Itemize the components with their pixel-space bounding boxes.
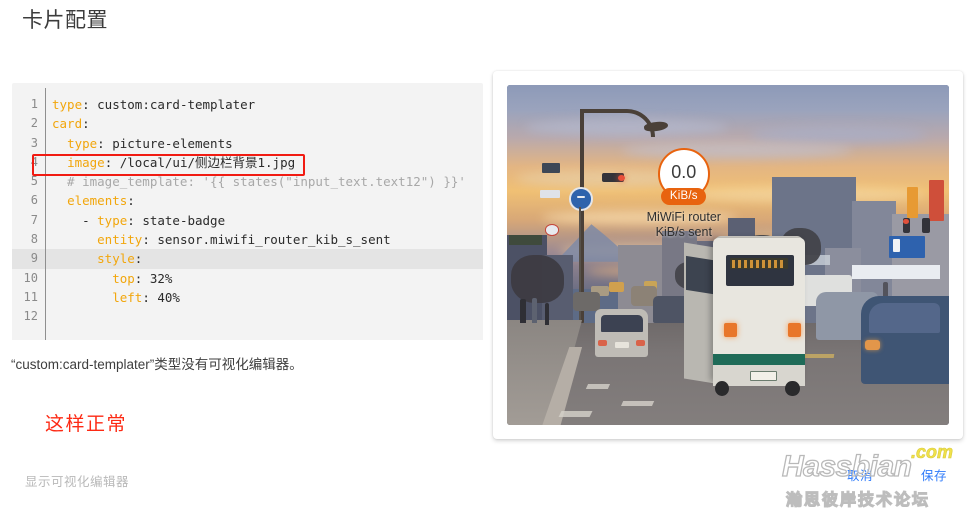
code-line[interactable]: 6 elements: (12, 191, 483, 210)
code-line-content: left: 40% (112, 289, 180, 305)
pedestrian (520, 299, 526, 323)
background-image-street-sunset (507, 85, 949, 425)
state-badge-value: 0.0 (671, 161, 697, 182)
traffic-signal-red-light (617, 174, 625, 181)
state-badge-element[interactable]: 0.0 KiB/s MiWiFi router KiB/s sent (642, 147, 726, 240)
bus-wheel (785, 380, 800, 397)
shop-signage-band (851, 265, 941, 279)
editor-line-list[interactable]: 1 type: custom:card-templater 2 card: 3 type… (12, 95, 483, 327)
round-speed-sign (544, 224, 559, 236)
code-line-content: type: custom:card-templater (52, 97, 256, 112)
code-line-content: image: /local/ui/侧边栏背景1.jpg (67, 154, 296, 170)
line-number: 2 (30, 116, 38, 131)
bus-side-window (686, 256, 713, 295)
vertical-shop-sign (907, 187, 919, 218)
line-number: 5 (30, 174, 38, 189)
code-line[interactable]: 11 left: 40% (12, 288, 483, 307)
code-line-content: elements: (67, 193, 135, 209)
tree (511, 255, 565, 303)
editor-top-padding (12, 83, 483, 95)
page-title: 卡片配置 (22, 9, 108, 32)
vertical-shop-sign (929, 180, 945, 221)
card-preview-panel: 0.0 KiB/s MiWiFi router KiB/s sent (493, 71, 963, 439)
code-line[interactable]: 3 type: picture-elements (12, 134, 483, 153)
street-sign (540, 190, 561, 198)
code-line-content: top: 32% (112, 270, 173, 286)
car (573, 292, 600, 312)
car-window (600, 314, 644, 332)
code-line-content: # image_template: '{{ states("input_text… (52, 174, 466, 190)
parking-sign (889, 236, 925, 259)
car (652, 295, 689, 323)
code-line[interactable]: 10 top: 32% (12, 269, 483, 288)
code-line[interactable]: 4 image: /local/ui/侧边栏背景1.jpg (12, 153, 483, 172)
cloud (750, 125, 927, 143)
code-line[interactable]: 1 type: custom:card-templater (12, 95, 483, 114)
line-number: 10 (23, 270, 38, 285)
car-tail-light (865, 340, 881, 351)
bus-destination-text (732, 259, 786, 268)
line-number: 12 (23, 309, 38, 324)
line-number: 9 (30, 251, 38, 266)
line-number: 6 (30, 193, 38, 208)
traffic-signal (922, 217, 930, 233)
code-line[interactable]: 2 card: (12, 114, 483, 133)
line-number: 7 (30, 212, 38, 227)
car-tail-light (636, 340, 645, 347)
watermark-subtitle: 瀚思彼岸技术论坛 (785, 491, 931, 509)
cancel-button[interactable]: 取消 (847, 467, 873, 485)
code-line[interactable]: 5 # image_template: '{{ states("input_te… (12, 172, 483, 191)
pedestrian (531, 297, 538, 323)
bus-wheel (714, 380, 729, 397)
car-window (869, 302, 941, 334)
street-sign (542, 163, 561, 174)
picture-elements-card[interactable]: 0.0 KiB/s MiWiFi router KiB/s sent (507, 85, 949, 425)
code-line-content: type: picture-elements (67, 135, 233, 151)
round-blue-road-sign (568, 187, 594, 211)
pedestrian (544, 302, 550, 325)
bus-green-stripe (712, 353, 806, 366)
car-license-plate (615, 341, 630, 349)
line-number: 4 (30, 154, 38, 169)
line-number: 3 (30, 135, 38, 150)
watermark-tld: .com (911, 442, 954, 463)
code-line-content: - type: state-badge (52, 212, 226, 228)
lane-marking (620, 401, 655, 407)
bus-tail-light (723, 323, 737, 337)
code-line[interactable]: 9 style: (12, 249, 483, 269)
code-line-content: entity: sensor.miwifi_router_kib_s_sent (97, 232, 391, 248)
line-number: 11 (23, 289, 38, 304)
line-number: 8 (30, 232, 38, 247)
lane-marking (558, 411, 593, 418)
code-line-content: card: (52, 116, 90, 132)
line-number: 1 (30, 97, 38, 111)
editor-gutter-divider (45, 88, 46, 340)
code-line[interactable]: 12 (12, 307, 483, 326)
traffic-signal-red-light (903, 218, 909, 224)
save-button[interactable]: 保存 (921, 467, 947, 485)
code-line[interactable]: 7 - type: state-badge (12, 211, 483, 230)
state-badge-caption: MiWiFi router KiB/s sent (646, 209, 721, 239)
lane-marking (585, 384, 610, 389)
yaml-code-editor[interactable]: 1 type: custom:card-templater 2 card: 3 type… (12, 83, 483, 340)
show-visual-editor-link[interactable]: 显示可视化编辑器 (25, 473, 129, 491)
state-badge-unit: KiB/s (661, 187, 707, 205)
bus-tail-light (787, 323, 801, 337)
red-annotation-text: 这样正常 (45, 414, 128, 435)
car-tail-light (598, 340, 607, 347)
code-line[interactable]: 8 entity: sensor.miwifi_router_kib_s_sen… (12, 230, 483, 249)
shop-banner (509, 234, 543, 245)
bus-license-plate (750, 370, 777, 382)
code-line-content: style: (97, 251, 143, 267)
no-visual-editor-note: “custom:card-templater”类型没有可视化编辑器。 (11, 357, 303, 372)
distant-car (608, 282, 625, 293)
